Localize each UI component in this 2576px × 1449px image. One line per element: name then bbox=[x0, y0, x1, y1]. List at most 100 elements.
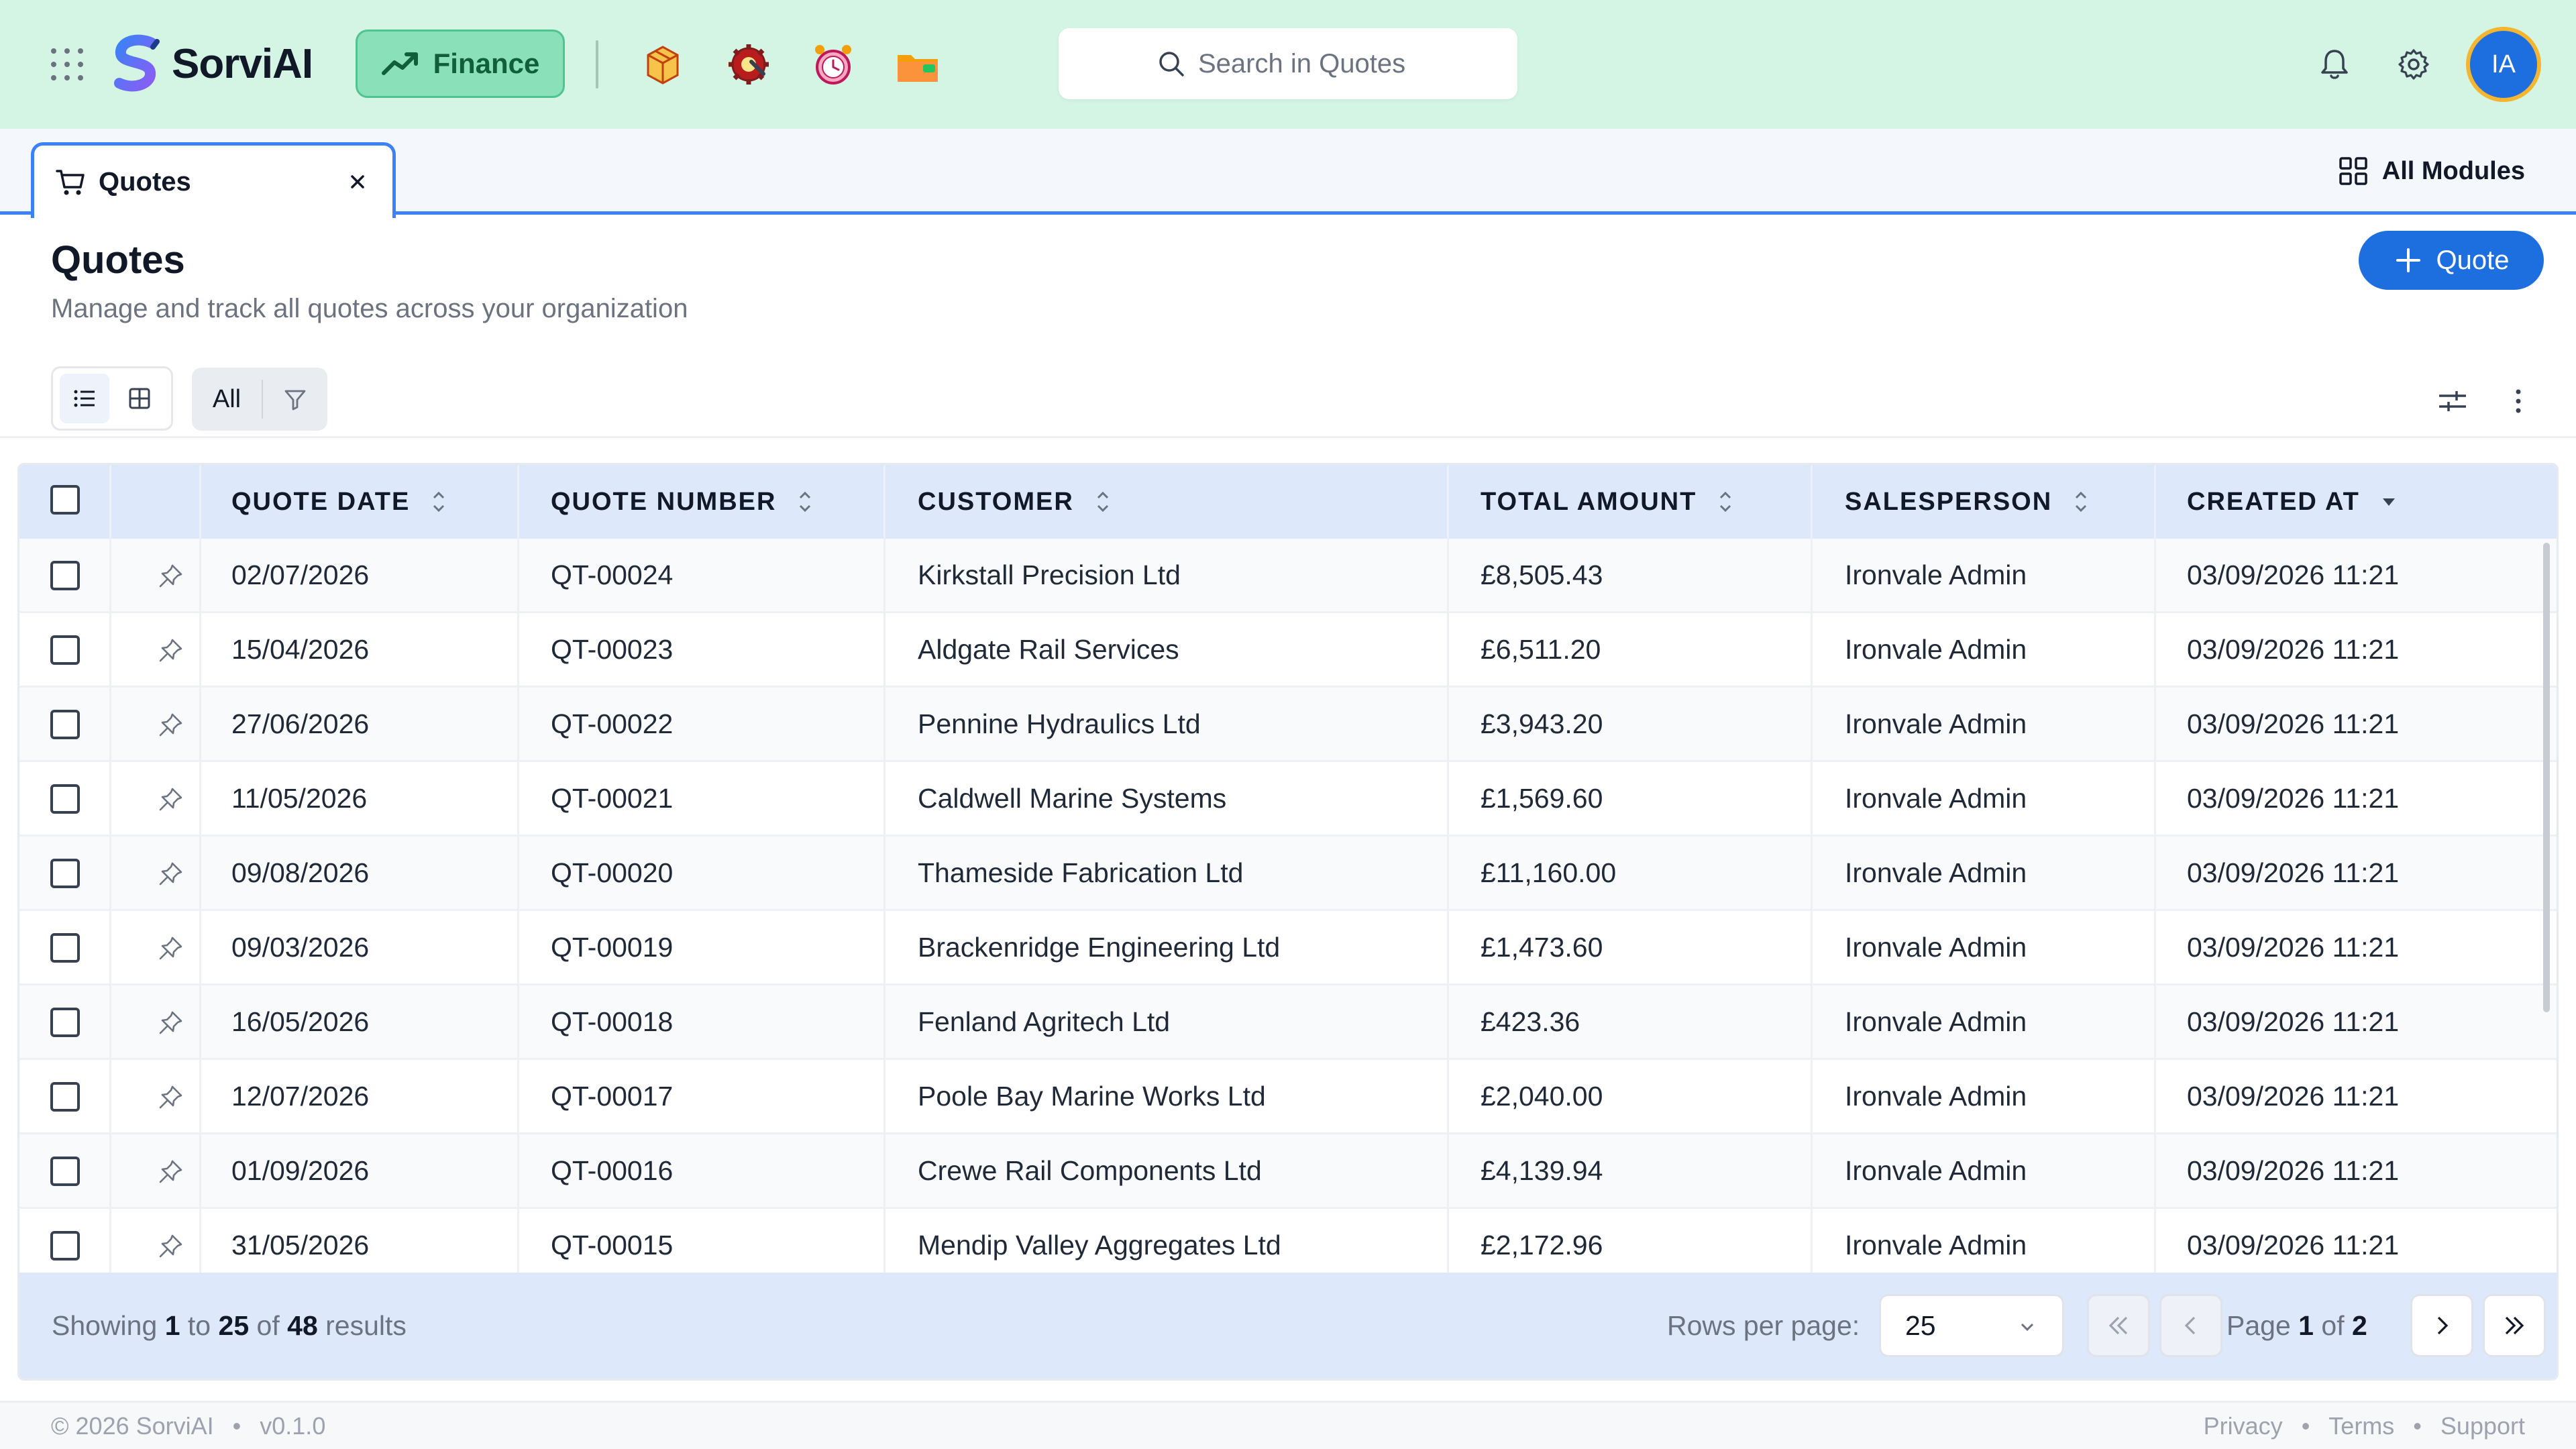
footer-dot: • bbox=[2413, 1412, 2422, 1440]
table-scrollbar[interactable] bbox=[2543, 543, 2550, 1012]
pin-icon[interactable] bbox=[156, 785, 185, 814]
support-link[interactable]: Support bbox=[2440, 1412, 2525, 1440]
pin-icon[interactable] bbox=[156, 1083, 185, 1112]
terms-link[interactable]: Terms bbox=[2328, 1412, 2394, 1440]
pin-icon[interactable] bbox=[156, 859, 185, 889]
package-icon[interactable] bbox=[639, 40, 687, 89]
cell-quote-date: 12/07/2026 bbox=[231, 1080, 370, 1112]
row-checkbox[interactable] bbox=[50, 1082, 80, 1112]
row-checkbox[interactable] bbox=[50, 635, 80, 665]
all-modules-button[interactable]: All Modules bbox=[2338, 156, 2525, 186]
col-customer[interactable]: CUSTOMER bbox=[918, 465, 1113, 539]
row-checkbox[interactable] bbox=[50, 859, 80, 888]
grid-view-button[interactable] bbox=[115, 374, 164, 423]
range-from: 1 bbox=[164, 1310, 180, 1341]
cell-total-amount: £4,139.94 bbox=[1481, 1155, 1603, 1186]
column-settings-icon[interactable] bbox=[2436, 385, 2469, 417]
cell-total-amount: £1,473.60 bbox=[1481, 931, 1603, 963]
cell-salesperson: Ironvale Admin bbox=[1845, 1229, 2027, 1260]
pin-icon[interactable] bbox=[156, 636, 185, 665]
bell-icon[interactable] bbox=[2317, 47, 2352, 82]
page-indicator: Page 1 of 2 bbox=[2226, 1310, 2367, 1342]
cell-quote-number: QT-00024 bbox=[551, 559, 674, 590]
table-row[interactable]: 09/08/2026 QT-00020 Thameside Fabrication … bbox=[19, 837, 2557, 911]
pin-icon[interactable] bbox=[156, 1008, 185, 1038]
col-quote-number[interactable]: QUOTE NUMBER bbox=[551, 465, 815, 539]
privacy-link[interactable]: Privacy bbox=[2204, 1412, 2283, 1440]
rows-per-page-select[interactable]: 25 bbox=[1879, 1294, 2064, 1357]
close-icon[interactable] bbox=[347, 171, 368, 193]
filter-all-button[interactable]: All bbox=[192, 385, 262, 414]
col-created-at[interactable]: CREATED AT bbox=[2187, 465, 2399, 539]
module-switcher-finance[interactable]: Finance bbox=[356, 30, 565, 98]
row-checkbox[interactable] bbox=[50, 710, 80, 739]
footer-links: Privacy • Terms • Support bbox=[2204, 1412, 2525, 1440]
chevrons-left-icon bbox=[2108, 1316, 2128, 1335]
cell-quote-number: QT-00022 bbox=[551, 708, 674, 739]
results-summary: Showing 1 to 25 of 48 results bbox=[52, 1310, 407, 1342]
table-grid-icon bbox=[129, 388, 150, 409]
version-text: v0.1.0 bbox=[260, 1412, 326, 1440]
col-label: CREATED AT bbox=[2187, 487, 2360, 516]
cell-quote-date: 15/04/2026 bbox=[231, 633, 370, 665]
table-row[interactable]: 11/05/2026 QT-00021 Caldwell Marine System… bbox=[19, 762, 2557, 837]
add-quote-button[interactable]: Quote bbox=[2359, 231, 2544, 290]
global-search[interactable] bbox=[1059, 28, 1517, 99]
row-checkbox[interactable] bbox=[50, 784, 80, 814]
col-quote-date[interactable]: QUOTE DATE bbox=[231, 465, 449, 539]
alarm-clock-icon[interactable] bbox=[809, 40, 857, 89]
column-divider bbox=[199, 465, 201, 1333]
tab-quotes[interactable]: Quotes bbox=[31, 142, 396, 218]
app-launcher-icon[interactable] bbox=[51, 48, 83, 80]
pin-icon[interactable] bbox=[156, 1232, 185, 1261]
col-label: SALESPERSON bbox=[1845, 487, 2053, 516]
cell-total-amount: £6,511.20 bbox=[1481, 633, 1601, 665]
table-row[interactable]: 09/03/2026 QT-00019 Brackenridge Engineeri… bbox=[19, 911, 2557, 985]
gear-wrench-icon[interactable] bbox=[724, 40, 773, 89]
table-row[interactable]: 27/06/2026 QT-00022 Pennine Hydraulics Ltd… bbox=[19, 688, 2557, 762]
table-row[interactable]: 01/09/2026 QT-00016 Crewe Rail Components … bbox=[19, 1134, 2557, 1209]
col-total-amount[interactable]: TOTAL AMOUNT bbox=[1481, 465, 1735, 539]
gear-icon[interactable] bbox=[2396, 47, 2431, 82]
pin-icon[interactable] bbox=[156, 934, 185, 963]
cell-quote-date: 11/05/2026 bbox=[231, 782, 368, 814]
row-checkbox[interactable] bbox=[50, 1231, 80, 1260]
add-quote-label: Quote bbox=[2436, 245, 2510, 275]
brand-logo[interactable]: SorviAI bbox=[110, 34, 313, 94]
table-row[interactable]: 16/05/2026 QT-00018 Fenland Agritech Ltd £4… bbox=[19, 985, 2557, 1060]
showing-text: Showing bbox=[52, 1310, 158, 1341]
cell-salesperson: Ironvale Admin bbox=[1845, 857, 2027, 888]
page-title: Quotes bbox=[51, 238, 185, 282]
last-page-button[interactable] bbox=[2483, 1294, 2546, 1357]
table-row[interactable]: 15/04/2026 QT-00023 Aldgate Rail Services £… bbox=[19, 613, 2557, 688]
col-label: QUOTE DATE bbox=[231, 487, 411, 516]
cell-customer: Mendip Valley Aggregates Ltd bbox=[918, 1229, 1281, 1260]
search-input[interactable] bbox=[1198, 48, 1419, 79]
select-all-checkbox[interactable] bbox=[50, 485, 80, 515]
list-icon bbox=[74, 390, 95, 407]
cell-created-at: 03/09/2026 11:21 bbox=[2187, 857, 2400, 888]
pin-icon[interactable] bbox=[156, 1157, 185, 1187]
next-page-button[interactable] bbox=[2410, 1294, 2473, 1357]
first-page-button[interactable] bbox=[2087, 1294, 2150, 1357]
pin-icon[interactable] bbox=[156, 561, 185, 591]
col-salesperson[interactable]: SALESPERSON bbox=[1845, 465, 2091, 539]
list-view-button[interactable] bbox=[60, 374, 109, 423]
cell-quote-number: QT-00021 bbox=[551, 782, 674, 814]
row-checkbox[interactable] bbox=[50, 1008, 80, 1037]
folder-icon[interactable] bbox=[894, 40, 942, 89]
table-row[interactable]: 12/07/2026 QT-00017 Poole Bay Marine Works… bbox=[19, 1060, 2557, 1134]
row-checkbox[interactable] bbox=[50, 1157, 80, 1186]
cell-salesperson: Ironvale Admin bbox=[1845, 559, 2027, 590]
table-row[interactable]: 02/07/2026 QT-00024 Kirkstall Precision Lt… bbox=[19, 539, 2557, 613]
cell-quote-number: QT-00019 bbox=[551, 931, 674, 963]
pin-icon[interactable] bbox=[156, 710, 185, 740]
row-checkbox[interactable] bbox=[50, 561, 80, 590]
cell-quote-date: 09/03/2026 bbox=[231, 931, 370, 963]
row-checkbox[interactable] bbox=[50, 933, 80, 963]
results-total: 48 bbox=[287, 1310, 318, 1341]
filter-icon[interactable] bbox=[282, 386, 309, 413]
prev-page-button[interactable] bbox=[2159, 1294, 2222, 1357]
more-options-icon[interactable] bbox=[2502, 385, 2534, 417]
user-avatar[interactable]: IA bbox=[2466, 27, 2541, 102]
